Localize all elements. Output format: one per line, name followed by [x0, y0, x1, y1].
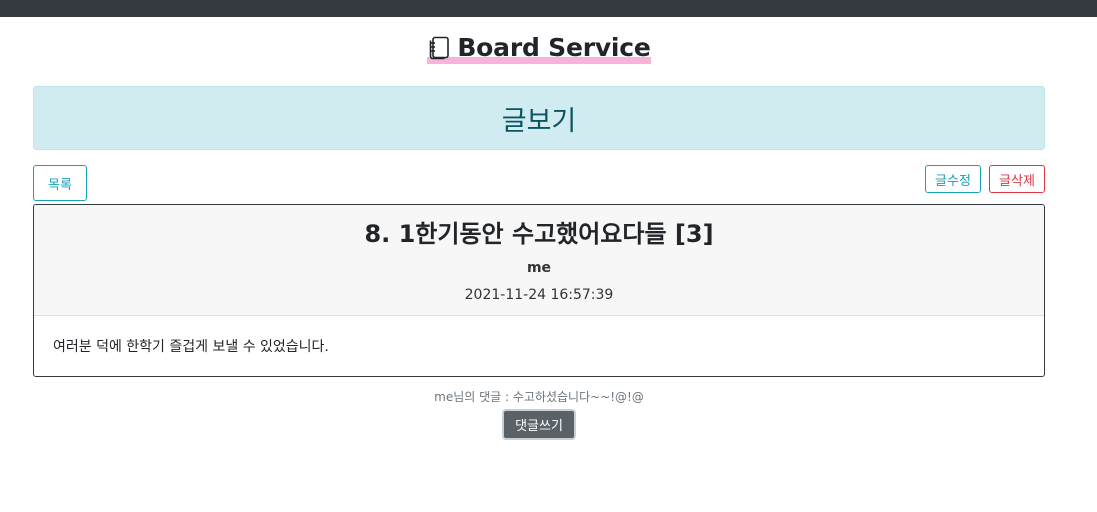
comment-item: me님의 댓글 : 수고하셨습니다~~!@!@ — [0, 389, 1078, 405]
list-button[interactable]: 목록 — [33, 165, 87, 201]
post-author: me — [526, 260, 552, 276]
brand-title: Board Service — [457, 33, 651, 62]
top-navbar — [0, 0, 1097, 17]
page-banner: 글보기 — [33, 86, 1045, 150]
post-header: 8. 1한기동안 수고했어요다들 [3] me 2021-11-24 16:57… — [34, 205, 1044, 316]
write-comment-button[interactable]: 댓글쓰기 — [502, 409, 576, 440]
comment-separator: 님의 댓글 : — [453, 390, 513, 404]
notebook-icon — [427, 35, 451, 61]
brand-link[interactable]: Board Service — [427, 33, 651, 64]
edit-post-button[interactable]: 글수정 — [925, 165, 981, 193]
page-title: 글보기 — [501, 105, 577, 137]
post-title: 8. 1한기동안 수고했어요다들 [3] — [364, 220, 714, 248]
brand: Board Service — [0, 33, 1078, 65]
delete-post-button[interactable]: 글삭제 — [989, 165, 1045, 193]
post-date: 2021-11-24 16:57:39 — [464, 287, 614, 303]
comment-text: 수고하셨습니다~~!@!@ — [512, 390, 644, 404]
post-body: 여러분 덕에 한학기 즐겁게 보낼 수 있었습니다. — [53, 339, 329, 355]
post-card: 8. 1한기동안 수고했어요다들 [3] me 2021-11-24 16:57… — [33, 204, 1045, 377]
comment-author: me — [434, 390, 454, 404]
